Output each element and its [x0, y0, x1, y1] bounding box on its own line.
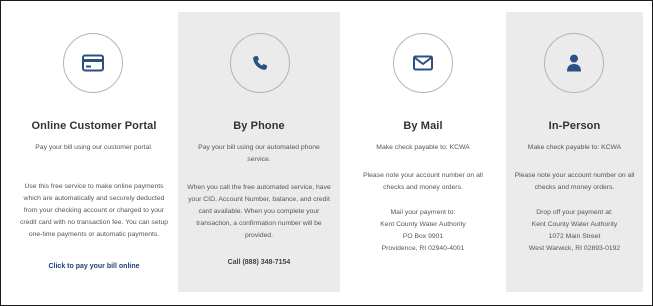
- mail-icon-circle: [393, 33, 453, 93]
- pay-online-link[interactable]: Click to pay your bill online: [10, 263, 178, 270]
- person-icon: [567, 54, 581, 72]
- in-person-title: In-Person: [548, 120, 601, 132]
- credit-card-icon: [82, 54, 104, 72]
- mail-address-label: Mail your payment to:: [390, 209, 456, 216]
- in-person-address-line: Kent County Water Authority: [531, 221, 618, 228]
- payment-options-panel: Online Customer Portal Pay your bill usi…: [0, 0, 653, 306]
- in-person-payable: Make check payable to: KCWA: [527, 144, 622, 151]
- in-person-address: Drop off your payment at: Kent County Wa…: [508, 207, 641, 255]
- in-person-address-label: Drop off your payment at:: [536, 209, 613, 216]
- envelope-icon: [413, 55, 433, 71]
- mail-note: Please note your account number on all c…: [363, 172, 483, 191]
- portal-column: Online Customer Portal Pay your bill usi…: [10, 12, 178, 292]
- phone-details: When you call the free automated service…: [187, 184, 331, 239]
- phone-icon: [253, 56, 267, 70]
- phone-column: By Phone Pay your bill using our automat…: [178, 12, 340, 292]
- portal-icon-circle: [63, 33, 123, 93]
- portal-intro: Pay your bill using our customer portal.: [35, 144, 153, 151]
- portal-details: Use this free service to make online pay…: [19, 183, 169, 238]
- mail-address-line: Providence, RI 02940-4001: [381, 245, 465, 252]
- phone-intro: Pay your bill using our automated phone …: [198, 144, 320, 163]
- mail-address: Mail your payment to: Kent County Water …: [348, 207, 498, 255]
- mail-address-line: Kent County Water Authority: [380, 221, 466, 228]
- mail-column: By Mail Make check payable to: KCWA Plea…: [340, 12, 506, 292]
- mail-payable: Make check payable to: KCWA: [376, 144, 470, 151]
- in-person-note: Please note your account number on all c…: [514, 172, 635, 191]
- in-person-address-line: West Warwick, RI 02893-0192: [528, 245, 621, 252]
- portal-title: Online Customer Portal: [31, 120, 157, 132]
- in-person-icon-circle: [544, 33, 604, 93]
- phone-title: By Phone: [233, 120, 285, 132]
- phone-number[interactable]: Call (888) 348-7154: [178, 259, 340, 266]
- in-person-address-line: 1072 Main Street: [548, 233, 601, 240]
- in-person-column: In-Person Make check payable to: KCWA Pl…: [506, 12, 643, 292]
- phone-icon-circle: [230, 33, 290, 93]
- mail-address-line: PO Box 9901: [402, 233, 444, 240]
- mail-title: By Mail: [403, 120, 443, 132]
